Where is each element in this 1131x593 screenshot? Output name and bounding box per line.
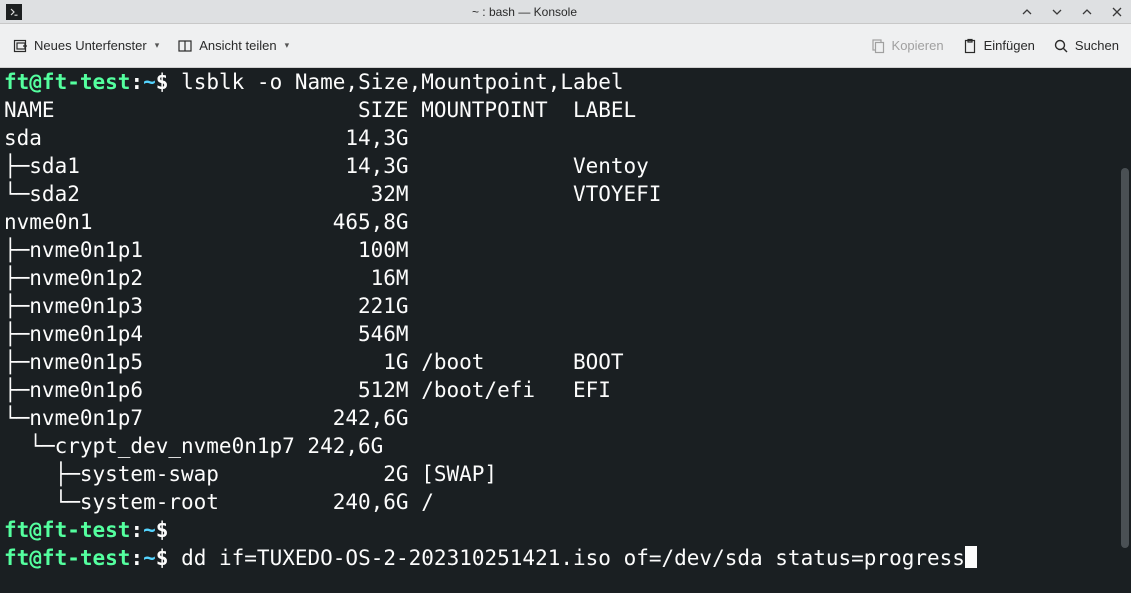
lsblk-row: ├─sda1 14,3G Ventoy <box>4 154 649 178</box>
prompt-symbol: $ <box>156 546 169 570</box>
split-view-label: Ansicht teilen <box>199 38 276 53</box>
prompt-path: ~ <box>143 546 156 570</box>
split-view-button[interactable]: Ansicht teilen ▾ <box>177 34 289 58</box>
lsblk-row: ├─nvme0n1p6 512M /boot/efi EFI <box>4 378 611 402</box>
terminal-output[interactable]: ft@ft-test:~$ lsblk -o Name,Size,Mountpo… <box>0 68 1131 593</box>
app-icon <box>6 4 22 20</box>
prompt-userhost: ft@ft-test <box>4 518 130 542</box>
prompt-userhost: ft@ft-test <box>4 70 130 94</box>
lsblk-header: NAME SIZE MOUNTPOINT LABEL <box>4 98 636 122</box>
command-1: lsblk -o Name,Size,Mountpoint,Label <box>181 70 624 94</box>
new-tab-button[interactable]: Neues Unterfenster ▾ <box>12 34 159 58</box>
lsblk-row: nvme0n1 465,8G <box>4 210 409 234</box>
chevron-down-icon: ▾ <box>155 40 160 51</box>
window-controls <box>1019 4 1125 20</box>
lsblk-row: ├─nvme0n1p1 100M <box>4 238 409 262</box>
prompt-path: ~ <box>143 518 156 542</box>
lsblk-row: └─sda2 32M VTOYEFI <box>4 182 661 206</box>
lsblk-row: ├─nvme0n1p3 221G <box>4 294 409 318</box>
prompt-userhost: ft@ft-test <box>4 546 130 570</box>
lsblk-row: └─nvme0n1p7 242,6G <box>4 406 409 430</box>
terminal-cursor <box>965 546 977 568</box>
scrollbar[interactable] <box>1121 168 1129 548</box>
lsblk-row: └─system-root 240,6G / <box>4 490 434 514</box>
lsblk-row: sda 14,3G <box>4 126 409 150</box>
command-3: dd if=TUXEDO-OS-2-202310251421.iso of=/d… <box>181 546 965 570</box>
lsblk-row: ├─nvme0n1p4 546M <box>4 322 409 346</box>
minimize-icon[interactable] <box>1049 4 1065 20</box>
prompt-sep: : <box>130 70 143 94</box>
copy-label: Kopieren <box>892 38 944 53</box>
paste-label: Einfügen <box>984 38 1035 53</box>
close-icon[interactable] <box>1109 4 1125 20</box>
prompt-symbol: $ <box>156 518 169 542</box>
prompt-symbol: $ <box>156 70 169 94</box>
window-titlebar: ~ : bash — Konsole <box>0 0 1131 24</box>
toolbar: Neues Unterfenster ▾ Ansicht teilen ▾ Ko… <box>0 24 1131 68</box>
lsblk-row: ├─nvme0n1p2 16M <box>4 266 409 290</box>
prompt-sep: : <box>130 546 143 570</box>
lsblk-row: └─crypt_dev_nvme0n1p7 242,6G <box>4 434 383 458</box>
search-button[interactable]: Suchen <box>1053 34 1119 58</box>
chevron-down-icon: ▾ <box>285 40 290 51</box>
prompt-path: ~ <box>143 70 156 94</box>
copy-button[interactable]: Kopieren <box>870 34 944 58</box>
keep-above-icon[interactable] <box>1019 4 1035 20</box>
lsblk-row: ├─system-swap 2G [SWAP] <box>4 462 497 486</box>
prompt-sep: : <box>130 518 143 542</box>
maximize-icon[interactable] <box>1079 4 1095 20</box>
paste-button[interactable]: Einfügen <box>962 34 1035 58</box>
window-title: ~ : bash — Konsole <box>30 5 1019 19</box>
lsblk-row: ├─nvme0n1p5 1G /boot BOOT <box>4 350 624 374</box>
search-label: Suchen <box>1075 38 1119 53</box>
new-tab-label: Neues Unterfenster <box>34 38 147 53</box>
